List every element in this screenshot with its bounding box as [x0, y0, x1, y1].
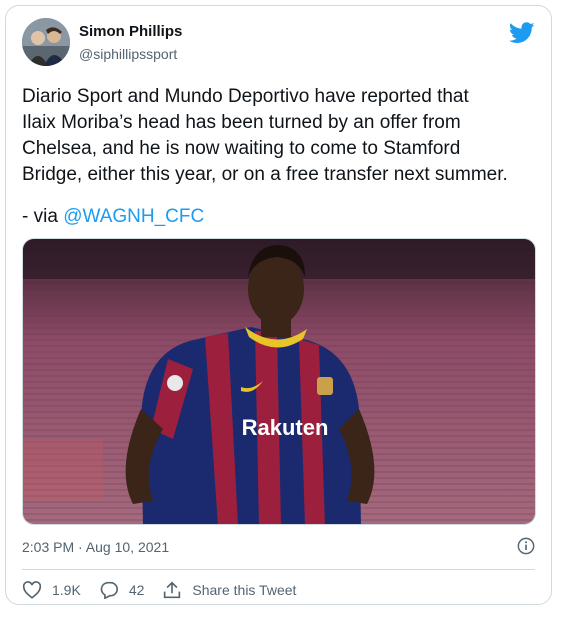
reply-icon	[100, 581, 118, 599]
via-prefix: - via	[22, 206, 64, 227]
tweet-via: - via @WAGNH_CFC	[22, 204, 204, 230]
action-bar: 1.9K 42 Share this Tweet	[22, 578, 314, 602]
share-button[interactable]: Share this Tweet	[162, 581, 296, 599]
like-button[interactable]: 1.9K	[22, 581, 81, 599]
like-count: 1.9K	[52, 582, 81, 598]
author-name[interactable]: Simon Phillips	[79, 23, 182, 40]
twitter-bird-icon[interactable]	[509, 22, 535, 44]
heart-icon	[22, 581, 42, 599]
share-label: Share this Tweet	[192, 582, 297, 598]
tweet-media-image[interactable]: Rakuten	[22, 238, 536, 525]
info-icon[interactable]	[517, 537, 535, 555]
divider	[22, 569, 535, 570]
player-photo: Rakuten	[23, 239, 535, 524]
author-handle[interactable]: @siphillipssport	[79, 46, 177, 62]
avatar[interactable]	[22, 18, 70, 66]
reply-button[interactable]: 42	[99, 581, 145, 599]
via-mention-link[interactable]: @WAGNH_CFC	[63, 206, 204, 227]
tweet-timestamp[interactable]: 2:03 PM · Aug 10, 2021	[22, 539, 169, 555]
tweet-text: Diario Sport and Mundo Deportivo have re…	[22, 86, 508, 185]
share-icon	[164, 581, 181, 599]
tweet-card: Simon Phillips @siphillipssport Diario S…	[5, 5, 552, 605]
shirt-sponsor-text: Rakuten	[242, 415, 329, 440]
reply-count: 42	[128, 582, 145, 598]
